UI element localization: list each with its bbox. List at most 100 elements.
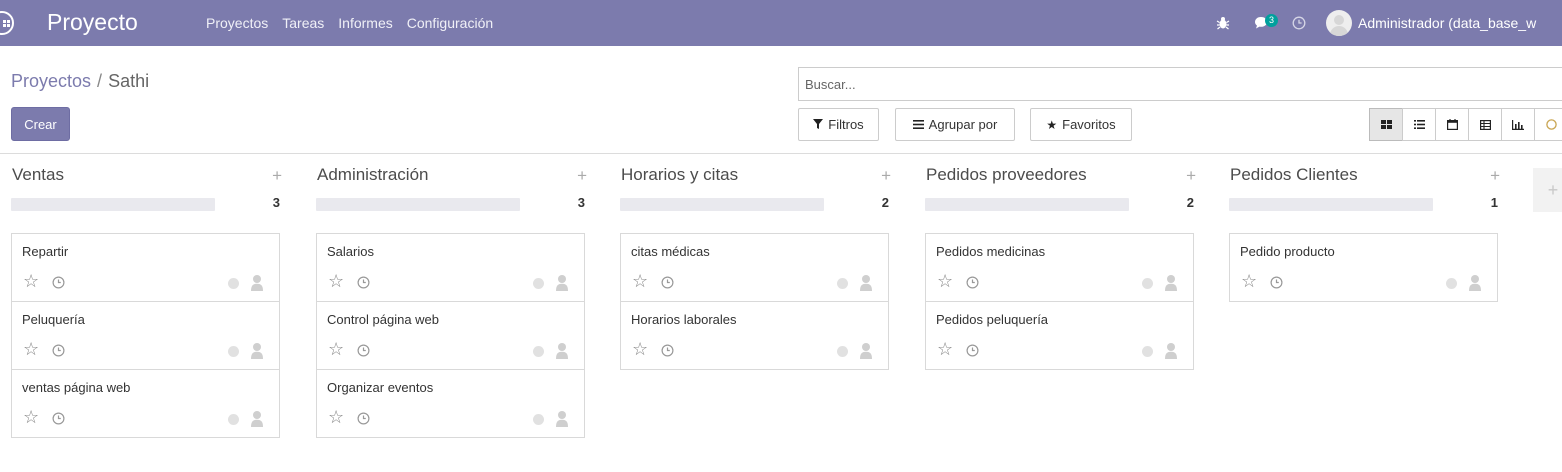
activity-clock-icon[interactable] bbox=[1270, 276, 1283, 289]
activity-clock-icon[interactable] bbox=[966, 344, 979, 357]
star-outline-icon[interactable]: ☆ bbox=[632, 272, 648, 290]
breadcrumb-parent-link[interactable]: Proyectos bbox=[11, 71, 91, 91]
quick-create-plus-icon[interactable]: + bbox=[272, 166, 282, 186]
kanban-card[interactable]: Control página web ☆ bbox=[316, 301, 585, 370]
card-title: Horarios laborales bbox=[631, 312, 737, 327]
kanban-column-pedidos-proveedores: Pedidos proveedores + 2 Pedidos medicina… bbox=[925, 154, 1196, 370]
user-silhouette-icon[interactable] bbox=[249, 342, 265, 360]
kanban-card[interactable]: ventas página web ☆ bbox=[11, 369, 280, 438]
kanban-card[interactable]: Pedido producto ☆ bbox=[1229, 233, 1498, 302]
star-outline-icon[interactable]: ☆ bbox=[937, 272, 953, 290]
star-outline-icon[interactable]: ☆ bbox=[328, 408, 344, 426]
star-outline-icon[interactable]: ☆ bbox=[23, 408, 39, 426]
quick-create-plus-icon[interactable]: + bbox=[1490, 166, 1500, 186]
calendar-view-icon[interactable] bbox=[1435, 108, 1469, 141]
status-dot-icon[interactable] bbox=[228, 278, 239, 289]
star-outline-icon[interactable]: ☆ bbox=[328, 272, 344, 290]
star-outline-icon[interactable]: ☆ bbox=[328, 340, 344, 358]
status-dot-icon[interactable] bbox=[1142, 346, 1153, 357]
menu-item-proyectos[interactable]: Proyectos bbox=[206, 15, 268, 31]
activity-view-icon[interactable] bbox=[1534, 108, 1562, 141]
graph-view-icon[interactable] bbox=[1501, 108, 1535, 141]
kanban-card[interactable]: Horarios laborales ☆ bbox=[620, 301, 889, 370]
group-by-button[interactable]: Agrupar por bbox=[895, 108, 1015, 141]
star-outline-icon[interactable]: ☆ bbox=[23, 340, 39, 358]
column-title[interactable]: Administración bbox=[317, 165, 429, 185]
column-count: 3 bbox=[272, 195, 280, 210]
activity-clock-icon[interactable] bbox=[52, 412, 65, 425]
activity-clock-icon[interactable] bbox=[357, 344, 370, 357]
group-by-label: Agrupar por bbox=[928, 117, 998, 132]
chat-icon[interactable]: 3 bbox=[1254, 14, 1278, 30]
star-outline-icon[interactable]: ☆ bbox=[1241, 272, 1257, 290]
chat-counter-badge: 3 bbox=[1265, 14, 1278, 27]
user-silhouette-icon[interactable] bbox=[249, 410, 265, 428]
menu-item-informes[interactable]: Informes bbox=[338, 15, 392, 31]
kanban-view-icon[interactable] bbox=[1369, 108, 1403, 141]
list-view-icon[interactable] bbox=[1402, 108, 1436, 141]
filters-button[interactable]: Filtros bbox=[798, 108, 879, 141]
kanban-card[interactable]: Pedidos peluquería ☆ bbox=[925, 301, 1194, 370]
status-dot-icon[interactable] bbox=[837, 346, 848, 357]
search-input[interactable] bbox=[799, 68, 1562, 100]
favorites-button[interactable]: ★ Favoritos bbox=[1030, 108, 1132, 141]
user-silhouette-icon[interactable] bbox=[858, 342, 874, 360]
user-menu[interactable]: Administrador (data_base_w bbox=[1358, 15, 1536, 31]
column-count: 2 bbox=[881, 195, 889, 210]
activity-clock-icon[interactable] bbox=[966, 276, 979, 289]
status-dot-icon[interactable] bbox=[837, 278, 848, 289]
star-outline-icon[interactable]: ☆ bbox=[23, 272, 39, 290]
user-silhouette-icon[interactable] bbox=[1163, 274, 1179, 292]
star-outline-icon[interactable]: ☆ bbox=[937, 340, 953, 358]
status-dot-icon[interactable] bbox=[1446, 278, 1457, 289]
kanban-card[interactable]: Pedidos medicinas ☆ bbox=[925, 233, 1194, 302]
filter-funnel-icon bbox=[813, 118, 824, 132]
activity-clock-icon[interactable] bbox=[357, 276, 370, 289]
kanban-card[interactable]: Repartir ☆ bbox=[11, 233, 280, 302]
app-brand[interactable]: Proyecto bbox=[47, 9, 138, 36]
star-outline-icon[interactable]: ☆ bbox=[632, 340, 648, 358]
kanban-card[interactable]: Peluquería ☆ bbox=[11, 301, 280, 370]
activity-clock-icon[interactable] bbox=[52, 276, 65, 289]
column-title[interactable]: Pedidos proveedores bbox=[926, 165, 1087, 185]
activity-clock-icon[interactable] bbox=[52, 344, 65, 357]
apps-menu-icon[interactable] bbox=[0, 11, 14, 35]
status-dot-icon[interactable] bbox=[533, 346, 544, 357]
activity-clock-icon[interactable] bbox=[357, 412, 370, 425]
menu-item-configuracion[interactable]: Configuración bbox=[407, 15, 493, 31]
card-title: Pedidos medicinas bbox=[936, 244, 1046, 259]
activity-clock-icon[interactable] bbox=[1292, 16, 1306, 30]
kanban-card[interactable]: citas médicas ☆ bbox=[620, 233, 889, 302]
menu-item-tareas[interactable]: Tareas bbox=[282, 15, 324, 31]
status-dot-icon[interactable] bbox=[1142, 278, 1153, 289]
status-dot-icon[interactable] bbox=[533, 278, 544, 289]
user-avatar[interactable] bbox=[1326, 10, 1352, 36]
activity-clock-icon[interactable] bbox=[661, 344, 674, 357]
kanban-card[interactable]: Salarios ☆ bbox=[316, 233, 585, 302]
status-dot-icon[interactable] bbox=[228, 414, 239, 425]
card-title: Salarios bbox=[327, 244, 374, 259]
kanban-card[interactable]: Organizar eventos ☆ bbox=[316, 369, 585, 438]
user-silhouette-icon[interactable] bbox=[858, 274, 874, 292]
user-silhouette-icon[interactable] bbox=[554, 274, 570, 292]
quick-create-plus-icon[interactable]: + bbox=[881, 166, 891, 186]
user-silhouette-icon[interactable] bbox=[249, 274, 265, 292]
activity-clock-icon[interactable] bbox=[661, 276, 674, 289]
column-title[interactable]: Ventas bbox=[12, 165, 64, 185]
user-silhouette-icon[interactable] bbox=[554, 410, 570, 428]
user-silhouette-icon[interactable] bbox=[1163, 342, 1179, 360]
favorites-label: Favoritos bbox=[1062, 117, 1116, 132]
user-silhouette-icon[interactable] bbox=[554, 342, 570, 360]
user-silhouette-icon[interactable] bbox=[1467, 274, 1483, 292]
pivot-view-icon[interactable] bbox=[1468, 108, 1502, 141]
status-dot-icon[interactable] bbox=[533, 414, 544, 425]
status-dot-icon[interactable] bbox=[228, 346, 239, 357]
quick-create-plus-icon[interactable]: + bbox=[577, 166, 587, 186]
column-cards: Salarios ☆ Control página web ☆ Organiza… bbox=[316, 233, 586, 438]
column-title[interactable]: Pedidos Clientes bbox=[1230, 165, 1358, 185]
add-column-plus-icon[interactable]: + bbox=[1533, 168, 1562, 212]
column-title[interactable]: Horarios y citas bbox=[621, 165, 738, 185]
create-button[interactable]: Crear bbox=[11, 107, 70, 141]
quick-create-plus-icon[interactable]: + bbox=[1186, 166, 1196, 186]
bug-icon[interactable] bbox=[1216, 16, 1230, 30]
